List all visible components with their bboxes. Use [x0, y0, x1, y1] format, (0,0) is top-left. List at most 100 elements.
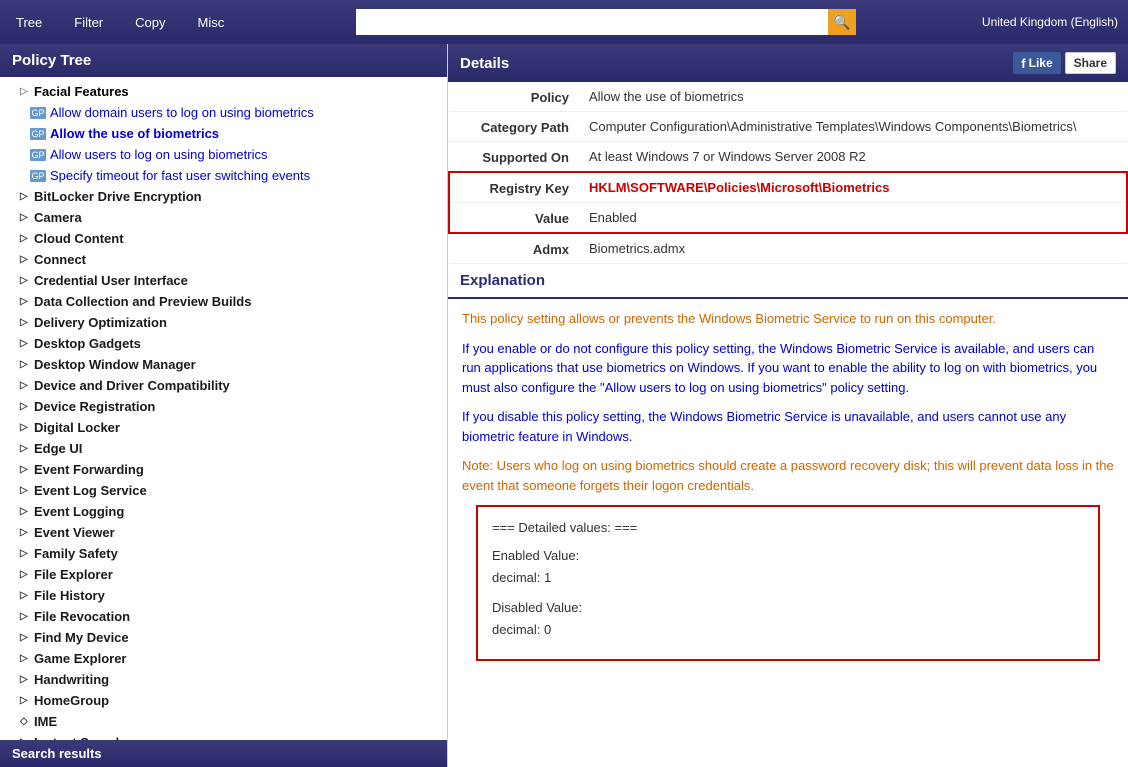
- tree-label: Credential User Interface: [34, 273, 188, 288]
- tree-item-cloud-content[interactable]: ▷ Cloud Content: [0, 228, 447, 249]
- expand-arrow: ▷: [20, 233, 30, 244]
- dv-disabled-value: decimal: 0: [492, 619, 1084, 641]
- expand-arrow: ▷: [20, 254, 30, 265]
- expand-arrow: ◇: [20, 716, 30, 727]
- tree-label: Allow users to log on using biometrics: [50, 147, 268, 162]
- tree-item-event-logging[interactable]: ▷ Event Logging: [0, 501, 447, 522]
- admx-value: Biometrics.admx: [579, 233, 1127, 264]
- tree-item-event-log-svc[interactable]: ▷ Event Log Service: [0, 480, 447, 501]
- tree-item-allow-logon[interactable]: GP Allow users to log on using biometric…: [0, 144, 447, 165]
- left-panel: Policy Tree ▷ Facial Features GP Allow d…: [0, 44, 448, 767]
- tree-item-game-explorer[interactable]: ▷ Game Explorer: [0, 648, 447, 669]
- expand-arrow: ▷: [20, 653, 30, 664]
- search-box: 🔍: [356, 9, 856, 35]
- tree-item-specify-timeout[interactable]: GP Specify timeout for fast user switchi…: [0, 165, 447, 186]
- tree-item-device-reg[interactable]: ▷ Device Registration: [0, 396, 447, 417]
- policy-icon: GP: [30, 170, 46, 182]
- tree-item-event-fwd[interactable]: ▷ Event Forwarding: [0, 459, 447, 480]
- tree-label: Desktop Window Manager: [34, 357, 196, 372]
- tree-label: Facial Features: [34, 84, 129, 99]
- expand-arrow: ▷: [20, 443, 30, 454]
- dv-disabled-section: Disabled Value: decimal: 0: [492, 597, 1084, 641]
- tree-label: Camera: [34, 210, 82, 225]
- expand-arrow: ▷: [20, 611, 30, 622]
- tree-item-bitlocker[interactable]: ▷ BitLocker Drive Encryption: [0, 186, 447, 207]
- tree-item-allow-domain[interactable]: GP Allow domain users to log on using bi…: [0, 102, 447, 123]
- tree-item-event-viewer[interactable]: ▷ Event Viewer: [0, 522, 447, 543]
- tree-item-file-explorer[interactable]: ▷ File Explorer: [0, 564, 447, 585]
- registry-key-row: Registry Key HKLM\SOFTWARE\Policies\Micr…: [449, 172, 1127, 203]
- nav-tree[interactable]: Tree: [10, 11, 48, 34]
- dv-disabled-label: Disabled Value:: [492, 597, 1084, 619]
- tree-item-desktop-window[interactable]: ▷ Desktop Window Manager: [0, 354, 447, 375]
- expand-arrow: ▷: [20, 380, 30, 391]
- social-buttons: f Like Share: [1013, 52, 1116, 74]
- expand-arrow: ▷: [20, 506, 30, 517]
- locale-label: United Kingdom (English): [982, 15, 1118, 29]
- tree-label: Digital Locker: [34, 420, 120, 435]
- tree-item-file-revocation[interactable]: ▷ File Revocation: [0, 606, 447, 627]
- tree-item-connect[interactable]: ▷ Connect: [0, 249, 447, 270]
- nav-misc[interactable]: Misc: [192, 11, 231, 34]
- policy-value: Allow the use of biometrics: [579, 82, 1127, 112]
- tree-content: ▷ Facial Features GP Allow domain users …: [0, 77, 447, 740]
- tree-item-edge-ui[interactable]: ▷ Edge UI: [0, 438, 447, 459]
- search-input[interactable]: [356, 9, 828, 35]
- exp-para-3: If you disable this policy setting, the …: [462, 407, 1114, 446]
- tree-item-homegroup[interactable]: ▷ HomeGroup: [0, 690, 447, 711]
- nav-filter[interactable]: Filter: [68, 11, 109, 34]
- exp-para-2: If you enable or do not configure this p…: [462, 339, 1114, 398]
- tree-label: Event Logging: [34, 504, 124, 519]
- tree-label: HomeGroup: [34, 693, 109, 708]
- category-label: Category Path: [449, 112, 579, 142]
- expand-arrow: ▷: [20, 422, 30, 433]
- supported-row: Supported On At least Windows 7 or Windo…: [449, 142, 1127, 173]
- details-header: Details f Like Share: [448, 44, 1128, 82]
- tree-label: Allow domain users to log on using biome…: [50, 105, 314, 120]
- tree-label: Allow the use of biometrics: [50, 126, 219, 141]
- tree-item-allow-biometrics[interactable]: GP Allow the use of biometrics: [0, 123, 447, 144]
- explanation-header: Explanation: [448, 264, 1128, 299]
- tree-item-handwriting[interactable]: ▷ Handwriting: [0, 669, 447, 690]
- tree-item-data-collection[interactable]: ▷ Data Collection and Preview Builds: [0, 291, 447, 312]
- tree-item-ime[interactable]: ◇ IME: [0, 711, 447, 732]
- tree-item-desktop-gadgets[interactable]: ▷ Desktop Gadgets: [0, 333, 447, 354]
- tree-item-camera[interactable]: ▷ Camera: [0, 207, 447, 228]
- tree-label: Event Forwarding: [34, 462, 144, 477]
- tree-label: Cloud Content: [34, 231, 124, 246]
- dv-enabled-label: Enabled Value:: [492, 545, 1084, 567]
- tree-label: Find My Device: [34, 630, 129, 645]
- tree-item-facial-features[interactable]: ▷ Facial Features: [0, 81, 447, 102]
- like-button[interactable]: f Like: [1013, 52, 1060, 74]
- tree-label: Data Collection and Preview Builds: [34, 294, 251, 309]
- search-button[interactable]: 🔍: [828, 9, 856, 35]
- policy-row: Policy Allow the use of biometrics: [449, 82, 1127, 112]
- expand-arrow: ▷: [20, 527, 30, 538]
- expand-arrow: ▷: [20, 548, 30, 559]
- tree-item-family-safety[interactable]: ▷ Family Safety: [0, 543, 447, 564]
- policy-label: Policy: [449, 82, 579, 112]
- tree-item-device-driver[interactable]: ▷ Device and Driver Compatibility: [0, 375, 447, 396]
- tree-item-find-my-device[interactable]: ▷ Find My Device: [0, 627, 447, 648]
- tree-item-credential-ui[interactable]: ▷ Credential User Interface: [0, 270, 447, 291]
- category-row: Category Path Computer Configuration\Adm…: [449, 112, 1127, 142]
- registry-key-value: HKLM\SOFTWARE\Policies\Microsoft\Biometr…: [579, 172, 1127, 203]
- exp-para-1: This policy setting allows or prevents t…: [462, 309, 1114, 329]
- tree-item-file-history[interactable]: ▷ File History: [0, 585, 447, 606]
- tree-label: Device Registration: [34, 399, 155, 414]
- tree-item-instant-search[interactable]: ▷ Instant Search: [0, 732, 447, 740]
- category-value: Computer Configuration\Administrative Te…: [579, 112, 1127, 142]
- share-button[interactable]: Share: [1065, 52, 1116, 74]
- tree-item-delivery-opt[interactable]: ▷ Delivery Optimization: [0, 312, 447, 333]
- tree-label: Event Log Service: [34, 483, 147, 498]
- tree-item-digital-locker[interactable]: ▷ Digital Locker: [0, 417, 447, 438]
- nav-copy[interactable]: Copy: [129, 11, 171, 34]
- tree-label: Family Safety: [34, 546, 118, 561]
- tree-label: File History: [34, 588, 105, 603]
- admx-label: Admx: [449, 233, 579, 264]
- policy-tree-header: Policy Tree: [0, 44, 447, 77]
- expand-arrow: ▷: [20, 485, 30, 496]
- details-table: Policy Allow the use of biometrics Categ…: [448, 82, 1128, 264]
- policy-icon: GP: [30, 149, 46, 161]
- tree-label: Connect: [34, 252, 86, 267]
